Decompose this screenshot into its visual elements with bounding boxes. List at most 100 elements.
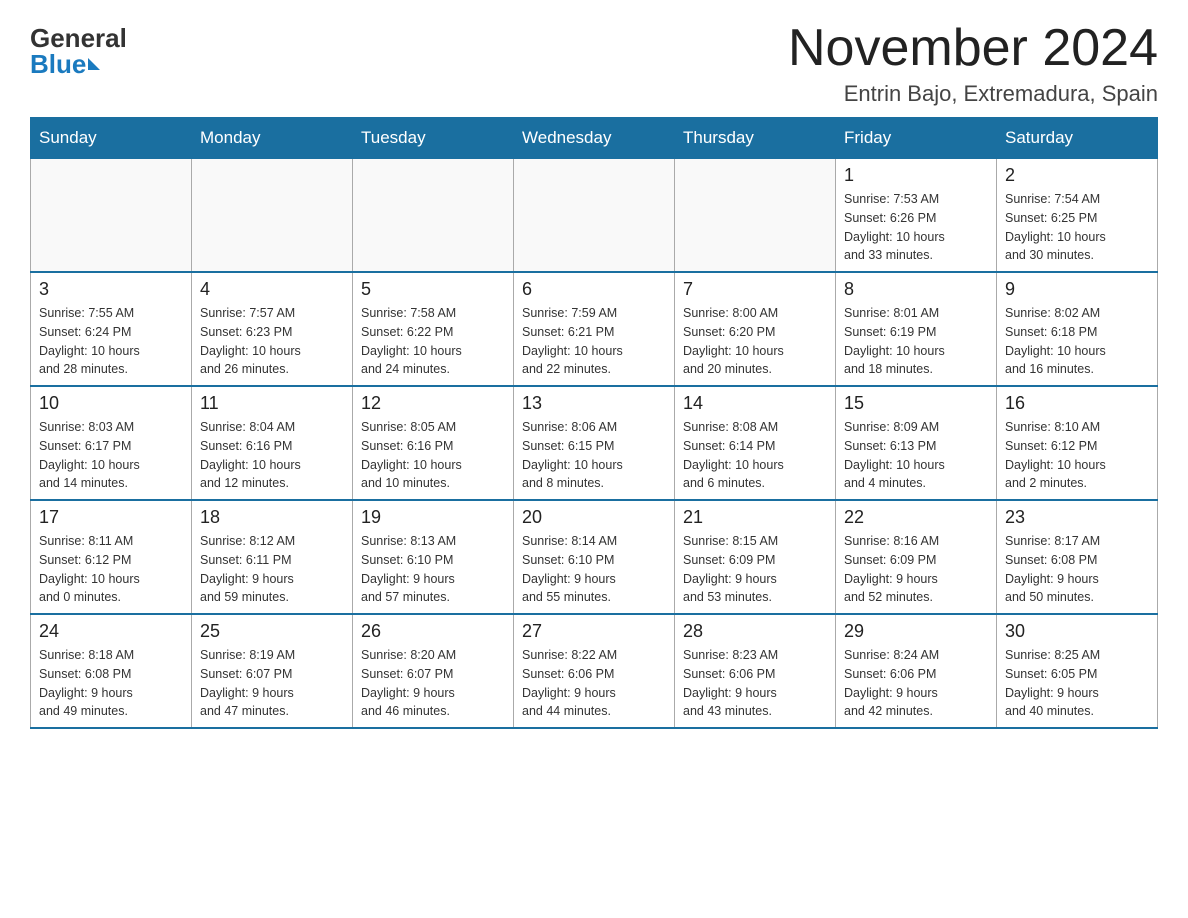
day-info: Sunrise: 8:19 AMSunset: 6:07 PMDaylight:… (200, 646, 344, 721)
day-info: Sunrise: 7:58 AMSunset: 6:22 PMDaylight:… (361, 304, 505, 379)
weekday-header-thursday: Thursday (675, 118, 836, 159)
calendar-cell: 20Sunrise: 8:14 AMSunset: 6:10 PMDayligh… (514, 500, 675, 614)
day-info: Sunrise: 8:16 AMSunset: 6:09 PMDaylight:… (844, 532, 988, 607)
day-number: 7 (683, 279, 827, 300)
calendar-table: SundayMondayTuesdayWednesdayThursdayFrid… (30, 117, 1158, 729)
day-number: 2 (1005, 165, 1149, 186)
day-number: 8 (844, 279, 988, 300)
day-number: 14 (683, 393, 827, 414)
day-number: 30 (1005, 621, 1149, 642)
calendar-cell: 11Sunrise: 8:04 AMSunset: 6:16 PMDayligh… (192, 386, 353, 500)
calendar-cell: 26 Sunrise: 8:20 AMSunset: 6:07 PMDayligh… (353, 614, 514, 728)
calendar-week-row: 10 Sunrise: 8:03 AMSunset: 6:17 PMDayligh… (31, 386, 1158, 500)
day-number: 29 (844, 621, 988, 642)
day-info: Sunrise: 8:00 AMSunset: 6:20 PMDaylight:… (683, 304, 827, 379)
logo: General Blue (30, 20, 127, 77)
day-info: Sunrise: 8:13 AMSunset: 6:10 PMDaylight:… (361, 532, 505, 607)
calendar-cell: 15 Sunrise: 8:09 AMSunset: 6:13 PMDayligh… (836, 386, 997, 500)
day-number: 23 (1005, 507, 1149, 528)
calendar-cell: 9Sunrise: 8:02 AMSunset: 6:18 PMDaylight… (997, 272, 1158, 386)
day-number: 5 (361, 279, 505, 300)
calendar-cell: 27 Sunrise: 8:22 AMSunset: 6:06 PMDayligh… (514, 614, 675, 728)
calendar-cell: 16 Sunrise: 8:10 AMSunset: 6:12 PMDayligh… (997, 386, 1158, 500)
weekday-header-sunday: Sunday (31, 118, 192, 159)
calendar-cell (192, 159, 353, 273)
day-number: 21 (683, 507, 827, 528)
location-subtitle: Entrin Bajo, Extremadura, Spain (788, 81, 1158, 107)
day-info: Sunrise: 8:09 AMSunset: 6:13 PMDaylight:… (844, 418, 988, 493)
day-info: Sunrise: 8:17 AMSunset: 6:08 PMDaylight:… (1005, 532, 1149, 607)
weekday-header-monday: Monday (192, 118, 353, 159)
calendar-cell: 7 Sunrise: 8:00 AMSunset: 6:20 PMDaylight… (675, 272, 836, 386)
logo-general-text: General (30, 25, 127, 51)
day-number: 10 (39, 393, 183, 414)
calendar-cell: 8 Sunrise: 8:01 AMSunset: 6:19 PMDaylight… (836, 272, 997, 386)
day-number: 12 (361, 393, 505, 414)
main-title: November 2024 (788, 20, 1158, 77)
day-number: 3 (39, 279, 183, 300)
calendar-cell: 12 Sunrise: 8:05 AMSunset: 6:16 PMDayligh… (353, 386, 514, 500)
day-number: 26 (361, 621, 505, 642)
calendar-cell: 5 Sunrise: 7:58 AMSunset: 6:22 PMDaylight… (353, 272, 514, 386)
day-info: Sunrise: 7:55 AMSunset: 6:24 PMDaylight:… (39, 304, 183, 379)
day-info: Sunrise: 8:20 AMSunset: 6:07 PMDaylight:… (361, 646, 505, 721)
calendar-cell (514, 159, 675, 273)
calendar-cell: 21 Sunrise: 8:15 AMSunset: 6:09 PMDayligh… (675, 500, 836, 614)
day-info: Sunrise: 8:10 AMSunset: 6:12 PMDaylight:… (1005, 418, 1149, 493)
day-number: 16 (1005, 393, 1149, 414)
calendar-cell: 25 Sunrise: 8:19 AMSunset: 6:07 PMDayligh… (192, 614, 353, 728)
day-info: Sunrise: 8:22 AMSunset: 6:06 PMDaylight:… (522, 646, 666, 721)
calendar-cell: 23 Sunrise: 8:17 AMSunset: 6:08 PMDayligh… (997, 500, 1158, 614)
calendar-cell (31, 159, 192, 273)
calendar-week-row: 3 Sunrise: 7:55 AMSunset: 6:24 PMDaylight… (31, 272, 1158, 386)
day-info: Sunrise: 8:01 AMSunset: 6:19 PMDaylight:… (844, 304, 988, 379)
calendar-header-row: SundayMondayTuesdayWednesdayThursdayFrid… (31, 118, 1158, 159)
day-number: 27 (522, 621, 666, 642)
day-number: 18 (200, 507, 344, 528)
calendar-cell (353, 159, 514, 273)
day-number: 25 (200, 621, 344, 642)
day-info: Sunrise: 8:15 AMSunset: 6:09 PMDaylight:… (683, 532, 827, 607)
logo-blue-text: Blue (30, 51, 100, 77)
calendar-cell: 22Sunrise: 8:16 AMSunset: 6:09 PMDayligh… (836, 500, 997, 614)
calendar-cell: 13Sunrise: 8:06 AMSunset: 6:15 PMDayligh… (514, 386, 675, 500)
day-number: 17 (39, 507, 183, 528)
day-number: 6 (522, 279, 666, 300)
day-info: Sunrise: 8:06 AMSunset: 6:15 PMDaylight:… (522, 418, 666, 493)
day-number: 15 (844, 393, 988, 414)
day-number: 11 (200, 393, 344, 414)
calendar-cell (675, 159, 836, 273)
calendar-cell: 29Sunrise: 8:24 AMSunset: 6:06 PMDayligh… (836, 614, 997, 728)
calendar-cell: 10 Sunrise: 8:03 AMSunset: 6:17 PMDayligh… (31, 386, 192, 500)
title-area: November 2024 Entrin Bajo, Extremadura, … (788, 20, 1158, 107)
day-info: Sunrise: 8:08 AMSunset: 6:14 PMDaylight:… (683, 418, 827, 493)
day-info: Sunrise: 8:02 AMSunset: 6:18 PMDaylight:… (1005, 304, 1149, 379)
calendar-cell: 14 Sunrise: 8:08 AMSunset: 6:14 PMDayligh… (675, 386, 836, 500)
weekday-header-tuesday: Tuesday (353, 118, 514, 159)
day-info: Sunrise: 8:18 AMSunset: 6:08 PMDaylight:… (39, 646, 183, 721)
day-info: Sunrise: 8:05 AMSunset: 6:16 PMDaylight:… (361, 418, 505, 493)
day-number: 19 (361, 507, 505, 528)
calendar-cell: 19 Sunrise: 8:13 AMSunset: 6:10 PMDayligh… (353, 500, 514, 614)
calendar-cell: 4 Sunrise: 7:57 AMSunset: 6:23 PMDaylight… (192, 272, 353, 386)
day-info: Sunrise: 8:11 AMSunset: 6:12 PMDaylight:… (39, 532, 183, 607)
day-info: Sunrise: 7:57 AMSunset: 6:23 PMDaylight:… (200, 304, 344, 379)
calendar-cell: 24 Sunrise: 8:18 AMSunset: 6:08 PMDayligh… (31, 614, 192, 728)
logo-triangle-icon (88, 58, 100, 70)
calendar-cell: 6 Sunrise: 7:59 AMSunset: 6:21 PMDaylight… (514, 272, 675, 386)
day-info: Sunrise: 8:25 AMSunset: 6:05 PMDaylight:… (1005, 646, 1149, 721)
day-info: Sunrise: 7:59 AMSunset: 6:21 PMDaylight:… (522, 304, 666, 379)
calendar-cell: 2 Sunrise: 7:54 AMSunset: 6:25 PMDaylight… (997, 159, 1158, 273)
calendar-week-row: 24 Sunrise: 8:18 AMSunset: 6:08 PMDayligh… (31, 614, 1158, 728)
day-info: Sunrise: 7:54 AMSunset: 6:25 PMDaylight:… (1005, 190, 1149, 265)
weekday-header-saturday: Saturday (997, 118, 1158, 159)
day-info: Sunrise: 8:03 AMSunset: 6:17 PMDaylight:… (39, 418, 183, 493)
day-info: Sunrise: 8:12 AMSunset: 6:11 PMDaylight:… (200, 532, 344, 607)
day-number: 28 (683, 621, 827, 642)
day-info: Sunrise: 8:14 AMSunset: 6:10 PMDaylight:… (522, 532, 666, 607)
day-number: 24 (39, 621, 183, 642)
calendar-week-row: 17 Sunrise: 8:11 AMSunset: 6:12 PMDayligh… (31, 500, 1158, 614)
day-number: 4 (200, 279, 344, 300)
calendar-week-row: 1Sunrise: 7:53 AMSunset: 6:26 PMDaylight… (31, 159, 1158, 273)
calendar-cell: 28Sunrise: 8:23 AMSunset: 6:06 PMDayligh… (675, 614, 836, 728)
